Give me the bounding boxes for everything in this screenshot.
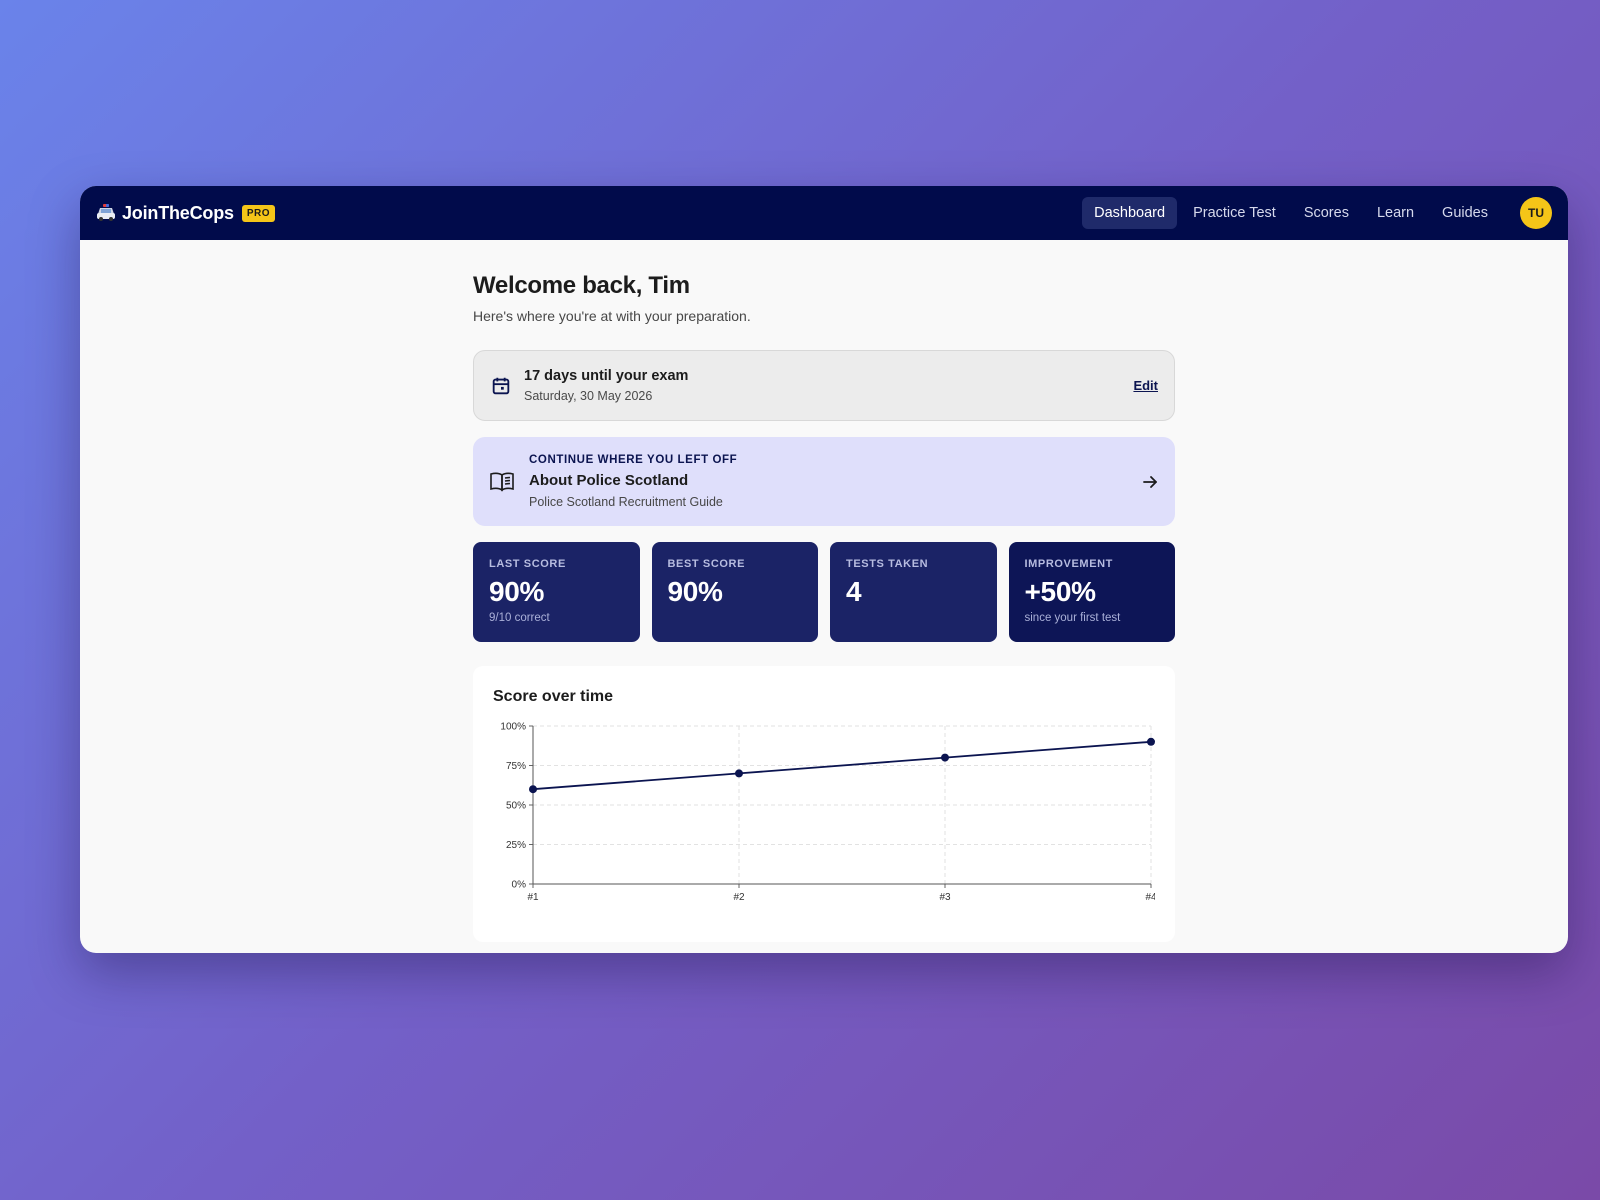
chart-title: Score over time: [493, 688, 614, 705]
police-car-icon: [96, 204, 116, 222]
stat-label: IMPROVEMENT: [1024, 558, 1113, 570]
stat-tests-taken: TESTS TAKEN 4: [830, 542, 997, 642]
stat-label: TESTS TAKEN: [846, 558, 929, 570]
stat-sub: since your first test: [1024, 612, 1121, 624]
y-tick-label: 0%: [512, 880, 527, 891]
app-window: JoinTheCops PRO Dashboard Practice Test …: [80, 186, 1568, 953]
arrow-right-icon[interactable]: [1141, 473, 1159, 491]
stat-value: 90%: [489, 576, 545, 607]
calendar-icon: [490, 375, 512, 397]
top-navbar: JoinTheCops PRO Dashboard Practice Test …: [80, 186, 1568, 240]
page-subtitle: Here's where you're at with your prepara…: [473, 308, 751, 324]
score-data-point: [941, 753, 949, 762]
exam-countdown-title: 17 days until your exam: [524, 368, 689, 384]
book-open-icon: [489, 471, 515, 493]
y-tick-label: 75%: [506, 761, 526, 772]
stat-value: +50%: [1024, 576, 1097, 607]
user-avatar[interactable]: TU: [1520, 197, 1552, 229]
stat-value: 4: [846, 576, 862, 607]
y-tick-label: 100%: [500, 722, 526, 733]
x-tick-label: #3: [939, 892, 951, 903]
continue-subtitle: Police Scotland Recruitment Guide: [529, 495, 723, 509]
nav-practice-test[interactable]: Practice Test: [1181, 197, 1288, 229]
stat-label: BEST SCORE: [667, 558, 746, 570]
y-tick-label: 25%: [506, 840, 526, 851]
brand-name: JoinTheCops: [122, 202, 234, 223]
stat-value: 90%: [667, 576, 723, 607]
score-chart-card: Score over time 0% 25% 50% 75% 100% #1 #2 #3 #4: [473, 666, 1175, 942]
nav-guides[interactable]: Guides: [1430, 197, 1500, 229]
nav-dashboard[interactable]: Dashboard: [1082, 197, 1178, 229]
stat-best-score: BEST SCORE 90%: [651, 542, 818, 642]
exam-countdown-card: 17 days until your exam Saturday, 30 May…: [473, 350, 1175, 421]
continue-title: About Police Scotland: [529, 472, 689, 489]
stat-sub: 9/10 correct: [489, 612, 550, 624]
stat-improvement: IMPROVEMENT +50% since your first test: [1008, 542, 1175, 642]
nav-learn[interactable]: Learn: [1365, 197, 1426, 229]
pro-badge: PRO: [241, 204, 275, 222]
dashboard-content: Welcome back, Tim Here's where you're at…: [473, 240, 1175, 942]
continue-eyebrow: CONTINUE WHERE YOU LEFT OFF: [529, 454, 738, 466]
page-title: Welcome back, Tim: [473, 272, 690, 299]
x-tick-label: #2: [733, 892, 745, 903]
x-tick-label: #1: [527, 892, 539, 903]
score-data-point: [735, 769, 743, 778]
exam-text: 17 days until your exam Saturday, 30 May…: [524, 368, 688, 403]
stat-last-score: LAST SCORE 90% 9/10 correct: [473, 542, 640, 642]
score-data-point: [529, 785, 537, 794]
score-line-chart: 0% 25% 50% 75% 100% #1 #2 #3 #4: [500, 722, 1155, 903]
exam-date: Saturday, 30 May 2026: [524, 389, 653, 403]
nav-scores[interactable]: Scores: [1292, 197, 1361, 229]
score-data-point: [1147, 737, 1155, 746]
brand[interactable]: JoinTheCops PRO: [96, 203, 275, 224]
stats-row: LAST SCORE 90% 9/10 correct BEST SCORE 9…: [473, 542, 1175, 642]
y-tick-label: 50%: [506, 801, 526, 812]
main-nav: Dashboard Practice Test Scores Learn Gui…: [1082, 197, 1552, 229]
continue-learning-card[interactable]: CONTINUE WHERE YOU LEFT OFF About Police…: [473, 437, 1175, 526]
stat-label: LAST SCORE: [489, 558, 566, 570]
x-tick-label: #4: [1145, 892, 1155, 903]
continue-text: CONTINUE WHERE YOU LEFT OFF About Police…: [529, 454, 737, 509]
edit-exam-date-link[interactable]: Edit: [1133, 378, 1158, 393]
